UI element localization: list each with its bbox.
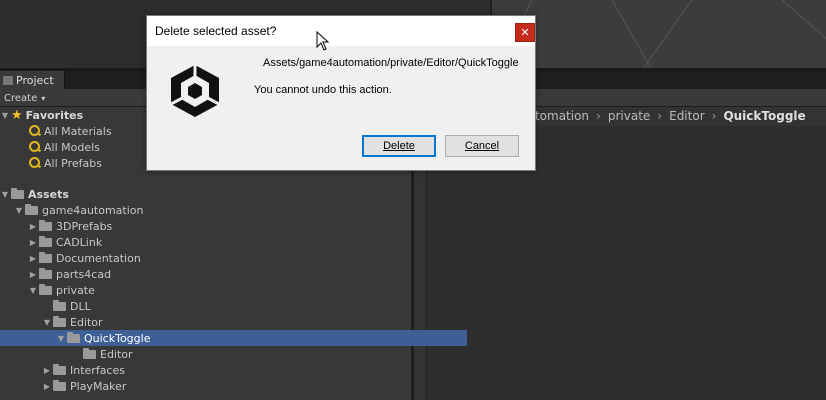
tree-item-label: All Models (44, 140, 100, 154)
tree-item-label: 3DPrefabs (56, 219, 113, 233)
mouse-cursor-icon (316, 31, 330, 51)
cancel-button-label: Cancel (464, 140, 500, 152)
create-label: Create (4, 92, 38, 104)
chevron-right-icon: › (657, 109, 663, 123)
tree-item-label: All Materials (44, 124, 112, 138)
tree-item-label: parts4cad (56, 267, 112, 281)
collapse-arrow-icon[interactable]: ▶ (42, 362, 52, 378)
collapse-arrow-icon[interactable]: ▶ (28, 218, 38, 234)
expand-arrow-icon[interactable]: ▼ (56, 330, 66, 346)
tree-item-3dprefabs[interactable]: ▶ 3DPrefabs (0, 218, 439, 234)
folder-icon (53, 363, 66, 375)
delete-button[interactable]: Delete (362, 135, 436, 157)
tree-item-dll[interactable]: DLL (0, 298, 464, 314)
expand-arrow-icon[interactable]: ▼ (0, 107, 10, 123)
folder-icon (39, 235, 52, 247)
tree-item-quicktoggle[interactable]: ▼ QuickToggle (0, 330, 467, 346)
tree-item-interfaces[interactable]: ▶ Interfaces (0, 362, 453, 378)
delete-button-label: Delete (383, 140, 415, 152)
folder-icon (11, 187, 24, 199)
tree-item-label: Editor (70, 315, 103, 329)
folder-icon (53, 315, 66, 327)
collapse-arrow-icon[interactable]: ▶ (28, 234, 38, 250)
tree-item-label: PlayMaker (70, 379, 127, 393)
delete-asset-dialog: Delete selected asset? ✕ Assets/game4aut… (146, 15, 536, 171)
project-icon (3, 75, 13, 85)
folder-icon (25, 203, 38, 215)
tree-item-label: Documentation (56, 251, 141, 265)
tree-item-private[interactable]: ▼ private (0, 282, 439, 298)
tab-project[interactable]: Project (0, 71, 65, 89)
collapse-arrow-icon[interactable]: ▶ (42, 378, 52, 394)
search-icon (29, 157, 41, 169)
tree-item-label: CADLink (56, 235, 103, 249)
folder-icon (83, 347, 96, 359)
tree-item-label: All Prefabs (44, 156, 102, 170)
breadcrumb-current[interactable]: QuickToggle (723, 109, 805, 123)
breadcrumb: automation › private › Editor › QuickTog… (520, 108, 806, 124)
expand-arrow-icon[interactable]: ▼ (42, 314, 52, 330)
tree-item-label: private (56, 283, 95, 297)
tree-item-playmaker[interactable]: ▶ PlayMaker (0, 378, 453, 394)
unity-logo-icon (170, 65, 220, 117)
cancel-button[interactable]: Cancel (445, 135, 519, 157)
chevron-right-icon: › (711, 109, 717, 123)
folder-icon (39, 251, 52, 263)
chevron-right-icon: › (596, 109, 601, 123)
breadcrumb-item-private[interactable]: private (608, 109, 650, 123)
expand-arrow-icon[interactable]: ▼ (28, 282, 38, 298)
close-icon: ✕ (520, 27, 530, 39)
folder-icon (53, 379, 66, 391)
expand-arrow-icon[interactable]: ▼ (14, 202, 24, 218)
tree-item-assets[interactable]: ▼ Assets (0, 186, 411, 202)
tree-item-label: game4automation (42, 203, 144, 217)
search-icon (29, 125, 41, 137)
tree-item-parts4cad[interactable]: ▶ parts4cad (0, 266, 439, 282)
tree-item-documentation[interactable]: ▶ Documentation (0, 250, 439, 266)
close-button[interactable]: ✕ (515, 23, 535, 42)
scene-grid (496, 0, 826, 70)
breadcrumb-item-editor[interactable]: Editor (669, 109, 705, 123)
tree-item-label: Editor (100, 347, 133, 361)
tree-item-label: QuickToggle (84, 331, 151, 345)
folder-icon (39, 283, 52, 295)
tree-item-label: Interfaces (70, 363, 125, 377)
star-icon: ★ (11, 107, 23, 123)
folder-icon (39, 219, 52, 231)
dialog-message: You cannot undo this action. (254, 84, 392, 96)
chevron-down-icon: ▾ (41, 93, 46, 103)
dialog-title: Delete selected asset? (155, 24, 277, 38)
search-icon (29, 141, 41, 153)
tab-project-label: Project (16, 73, 54, 87)
tree-item-editor[interactable]: ▼ Editor (0, 314, 453, 330)
tree-item-game4automation[interactable]: ▼ game4automation (0, 202, 425, 218)
collapse-arrow-icon[interactable]: ▶ (28, 266, 38, 282)
scene-view[interactable] (490, 0, 826, 70)
expand-arrow-icon[interactable]: ▼ (0, 186, 10, 202)
folder-icon (39, 267, 52, 279)
dialog-asset-path: Assets/game4automation/private/Editor/Qu… (263, 57, 519, 69)
tree-item-cadlink[interactable]: ▶ CADLink (0, 234, 439, 250)
create-dropdown[interactable]: Create ▾ (4, 91, 45, 105)
tree-item-label: DLL (70, 299, 91, 313)
folder-icon (67, 331, 80, 343)
collapse-arrow-icon[interactable]: ▶ (28, 250, 38, 266)
tree-item-label: Assets (28, 187, 69, 201)
folder-icon (53, 299, 66, 311)
tree-item-label: Favorites (25, 108, 84, 122)
tree-item-quicktoggle-editor[interactable]: Editor (0, 346, 494, 362)
